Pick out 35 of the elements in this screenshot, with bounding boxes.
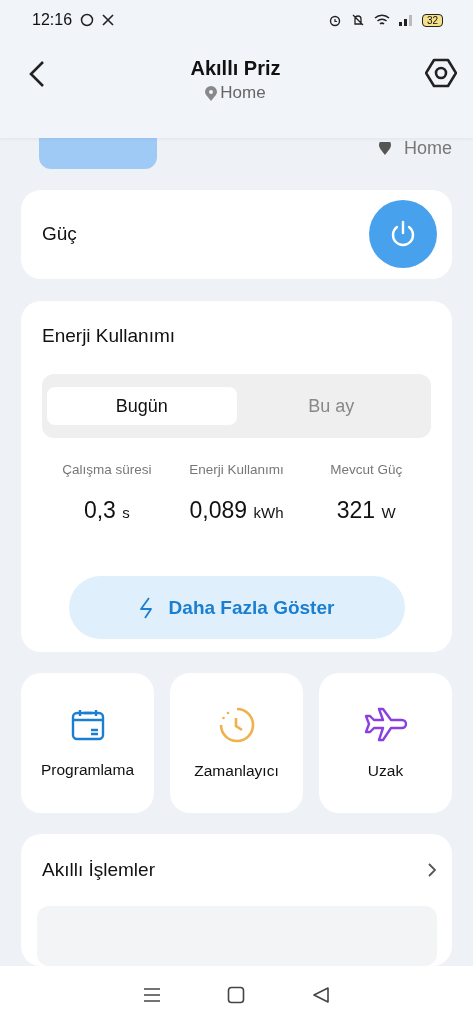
stat-label: Mevcut Güç <box>330 462 403 478</box>
stat-label: Çalışma süresi <box>62 462 152 478</box>
period-tab[interactable]: Bugün <box>47 387 237 426</box>
device-location: Home <box>404 138 452 159</box>
show-more-button[interactable]: Daha Fazla Göster <box>68 576 405 640</box>
stat-value: 0,3 s <box>83 497 130 525</box>
x-logo-icon <box>102 14 115 26</box>
feature-tile[interactable]: Uzak <box>319 673 452 813</box>
location-text: Home <box>220 83 266 103</box>
alarm-icon <box>327 13 342 27</box>
battery-indicator: 32 <box>421 13 443 27</box>
stat-label: Enerji Kullanımı <box>189 462 284 478</box>
signal-icon <box>397 14 414 26</box>
clock-icon <box>217 706 256 744</box>
location-pin-icon <box>205 85 218 101</box>
wifi-icon <box>373 13 390 27</box>
home-icon[interactable] <box>227 986 246 1004</box>
stat-value: 321 W <box>336 497 396 525</box>
stat-value: 0,089 kWh <box>189 497 284 525</box>
chevron-right-icon[interactable] <box>427 862 437 878</box>
airplane-icon <box>362 706 409 744</box>
back-nav-icon[interactable] <box>311 986 330 1004</box>
menu-icon[interactable] <box>143 987 162 1003</box>
power-label: Güç <box>42 223 77 246</box>
page-title: Akıllı Priz <box>190 57 281 80</box>
feature-tile[interactable]: Zamanlayıcı <box>170 673 303 813</box>
lightning-icon <box>138 596 155 619</box>
location-pin-icon <box>378 141 392 156</box>
calendar-icon <box>69 707 106 743</box>
settings-icon[interactable] <box>425 58 457 88</box>
feature-tile[interactable]: Programlama <box>21 673 154 813</box>
back-icon[interactable] <box>28 60 46 88</box>
status-time: 12:16 <box>32 11 73 29</box>
smart-actions-title: Akıllı İşlemler <box>42 859 155 881</box>
energy-title: Enerji Kullanımı <box>42 325 177 348</box>
